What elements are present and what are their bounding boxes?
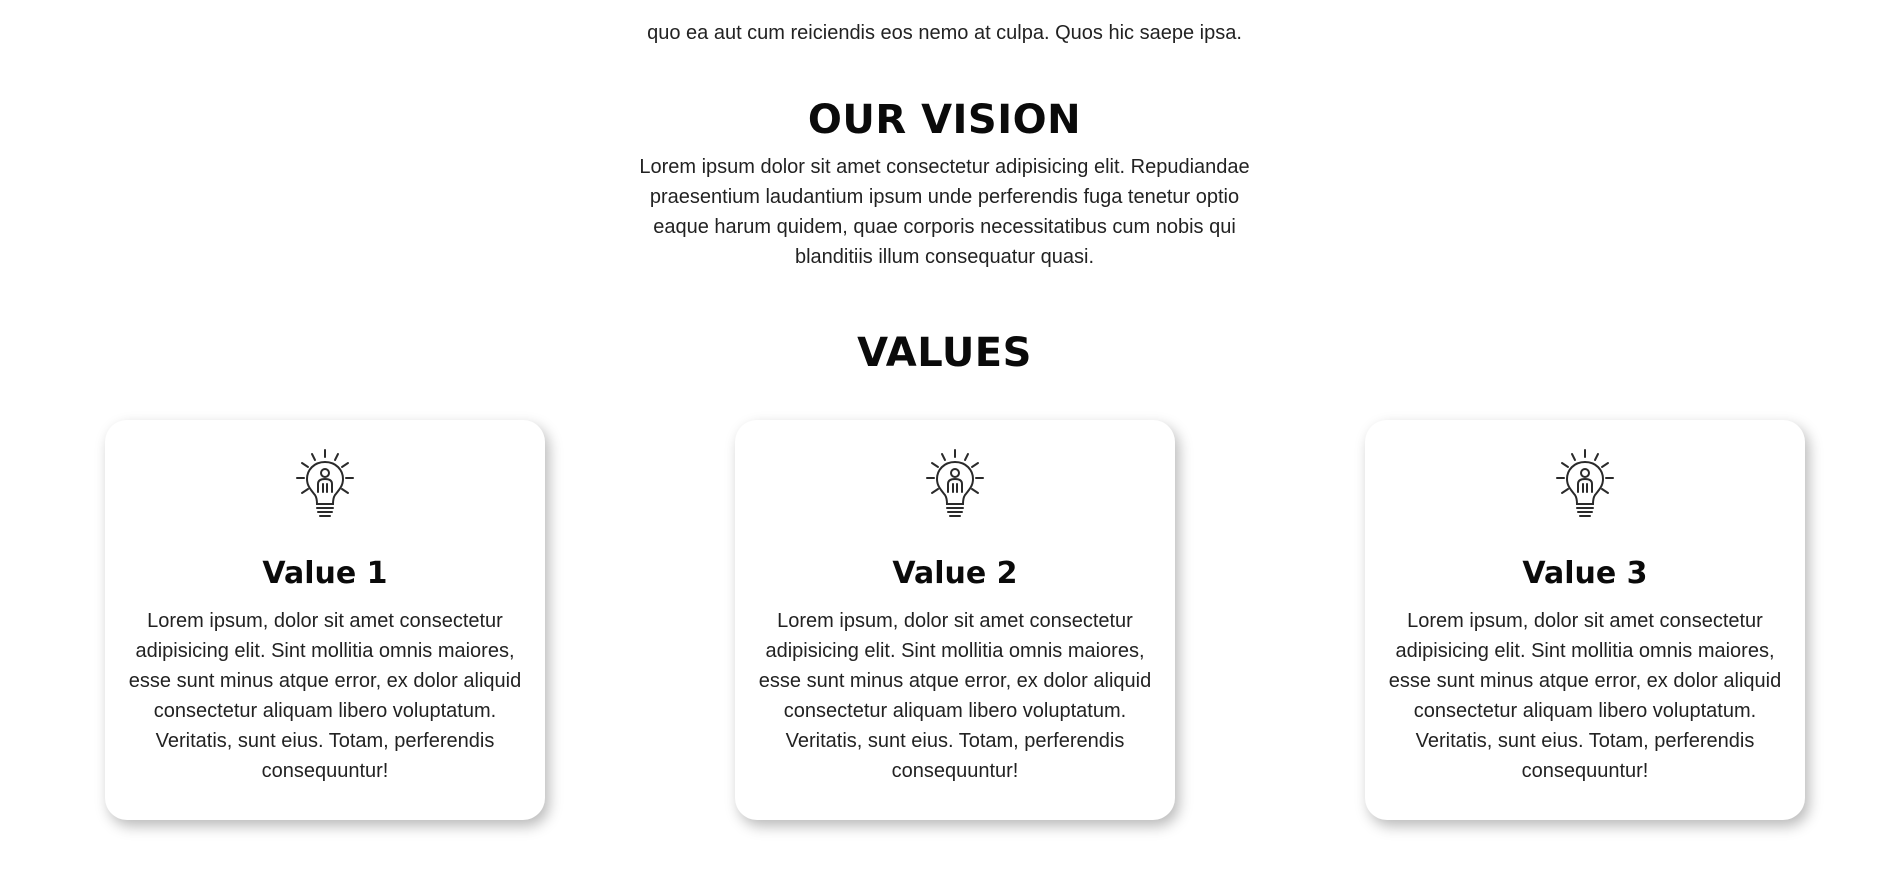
values-section-header: VALUES [0, 325, 1889, 381]
vision-title: OUR VISION [807, 97, 1082, 143]
vision-text: Lorem ipsum dolor sit amet consectetur a… [639, 156, 1250, 268]
mission-text: quo ea aut cum reiciendis eos nemo at cu… [0, 0, 1889, 48]
value-card: Value 3 Lorem ipsum, dolor sit amet cons… [1365, 420, 1805, 820]
value-card-text: Lorem ipsum, dolor sit amet consectetur … [128, 610, 522, 782]
mission-text-clipped-line [0, 0, 1889, 18]
values-cards: Value 1 Lorem ipsum, dolor sit amet cons… [0, 420, 1889, 820]
lightbulb-person-icon [296, 449, 354, 517]
values-title: VALUES [857, 330, 1032, 376]
lightbulb-person-icon [1556, 449, 1614, 517]
value-card: Value 1 Lorem ipsum, dolor sit amet cons… [105, 420, 545, 820]
value-card-title: Value 2 [892, 556, 1018, 591]
value-card-title: Value 1 [262, 556, 388, 591]
value-card: Value 2 Lorem ipsum, dolor sit amet cons… [735, 420, 1175, 820]
value-card-text: Lorem ipsum, dolor sit amet consectetur … [758, 610, 1152, 782]
mission-text-last-line: quo ea aut cum reiciendis eos nemo at cu… [647, 22, 1242, 44]
value-card-title: Value 3 [1522, 556, 1648, 591]
value-card-text: Lorem ipsum, dolor sit amet consectetur … [1388, 610, 1782, 782]
lightbulb-person-icon [926, 449, 984, 517]
vision-section: OUR VISION Lorem ipsum dolor sit amet co… [0, 92, 1889, 272]
